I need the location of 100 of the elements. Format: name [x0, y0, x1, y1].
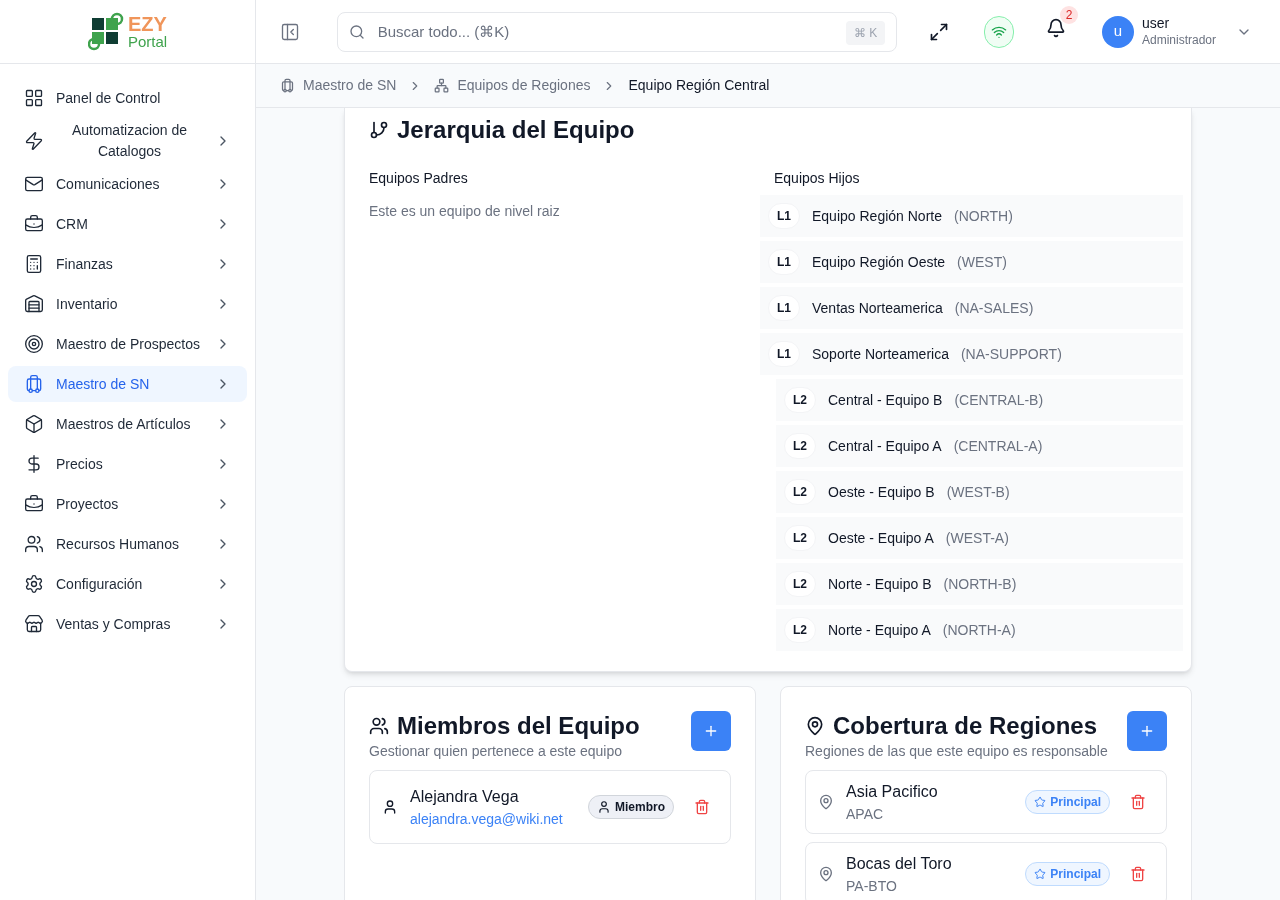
breadcrumb-link[interactable]: Maestro de SN: [303, 75, 397, 96]
add-button[interactable]: [691, 711, 731, 751]
team-code: (NORTH-A): [942, 620, 1016, 640]
team-name: Norte - Equipo B: [828, 574, 932, 594]
connection-status-button[interactable]: [983, 15, 1014, 48]
card-title: Cobertura de Regiones: [833, 711, 1098, 741]
region-code: APAC: [846, 804, 885, 824]
team-name: Equipo Región Norte: [812, 206, 942, 226]
sidebar-item[interactable]: Configuración: [8, 566, 247, 602]
luggage-icon: [280, 78, 295, 93]
network-icon: [434, 78, 450, 93]
child-team-row[interactable]: L2 Central - Equipo A (CENTRAL-A): [776, 425, 1183, 467]
primary-badge: Principal: [1025, 862, 1110, 886]
breadcrumb-current: Equipo Región Central: [628, 76, 770, 95]
role-badge: Miembro: [588, 795, 674, 819]
luggage-icon: [24, 374, 44, 394]
sidebar-item[interactable]: Maestros de Artículos: [8, 406, 247, 442]
section-heading: Equipos Padres: [369, 169, 469, 188]
card-title: Jerarquia del Equipo: [397, 115, 635, 145]
sidebar-item[interactable]: Finanzas: [8, 246, 247, 282]
sidebar-item[interactable]: Panel de Control: [8, 80, 247, 116]
logo-subtitle: Portal: [127, 34, 168, 49]
team-name: Oeste - Equipo B: [828, 482, 935, 502]
level-badge: L1: [768, 249, 800, 275]
sidebar-item[interactable]: Recursos Humanos: [8, 526, 247, 562]
level-badge: L1: [768, 295, 800, 321]
user-icon: [382, 799, 398, 815]
level-badge: L2: [784, 433, 816, 459]
sidebar-item[interactable]: CRM: [8, 206, 247, 242]
child-team-row[interactable]: L2 Norte - Equipo A (NORTH-A): [776, 609, 1183, 651]
child-team-row[interactable]: L2 Oeste - Equipo B (WEST-B): [776, 471, 1183, 513]
users-icon: [24, 534, 44, 554]
team-code: (NA-SUPPORT): [960, 344, 1062, 364]
sidebar-item[interactable]: Comunicaciones: [8, 166, 247, 202]
team-code: (CENTRAL-A): [953, 436, 1043, 456]
sidebar-item[interactable]: Maestro de SN: [8, 366, 247, 402]
mail-icon: [24, 174, 44, 194]
user-avatar: u: [1101, 15, 1134, 48]
briefcase-icon: [24, 494, 44, 514]
level-badge: L2: [784, 387, 816, 413]
sidebar-item[interactable]: Maestro de Prospectos: [8, 326, 247, 362]
primary-badge: Principal: [1025, 790, 1110, 814]
child-team-row[interactable]: L1 Equipo Región Oeste (WEST): [760, 241, 1183, 283]
users-icon: [369, 716, 389, 736]
team-name: Equipo Región Oeste: [812, 252, 946, 272]
child-team-row[interactable]: L1 Soporte Norteamerica (NA-SUPPORT): [760, 333, 1183, 375]
section-heading: Equipos Hijos: [774, 169, 861, 188]
map-pin-icon: [818, 866, 834, 882]
team-name: Oeste - Equipo A: [828, 528, 934, 548]
sidebar-item[interactable]: Proyectos: [8, 486, 247, 522]
trash-icon: [1130, 866, 1146, 882]
logo-icon: [87, 11, 124, 52]
region-code: PA-BTO: [846, 876, 898, 896]
plus-icon: [1139, 723, 1155, 739]
search-icon: [348, 23, 365, 40]
branch-icon: [369, 120, 389, 140]
calculator-icon: [24, 254, 44, 274]
child-team-row[interactable]: L1 Equipo Región Norte (NORTH): [760, 195, 1183, 237]
sidebar-item[interactable]: Ventas y Compras: [8, 606, 247, 642]
team-name: Norte - Equipo A: [828, 620, 931, 640]
trash-icon: [694, 799, 710, 815]
sidebar-item[interactable]: Precios: [8, 446, 247, 482]
expand-icon: [929, 21, 950, 42]
map-pin-icon: [805, 716, 825, 736]
target-icon: [24, 334, 44, 354]
briefcase-icon: [24, 214, 44, 234]
card-subtitle: Regiones de las que este equipo es responsable: [805, 742, 1108, 761]
child-team-row[interactable]: L2 Oeste - Equipo A (WEST-A): [776, 517, 1183, 559]
level-badge: L2: [784, 617, 816, 643]
notification-count: 2: [1059, 6, 1078, 24]
logo-title: EZY: [127, 14, 168, 34]
star-icon: [1034, 796, 1047, 808]
team-name: Ventas Norteamerica: [812, 298, 943, 318]
bell-icon: [1045, 18, 1066, 38]
member-email[interactable]: alejandra.vega@wiki.net: [410, 808, 576, 830]
team-name: Soporte Norteamerica: [812, 344, 949, 364]
box-icon: [24, 414, 44, 434]
child-team-row[interactable]: L2 Central - Equipo B (CENTRAL-B): [776, 379, 1183, 421]
trash-icon: [1130, 794, 1146, 810]
shortcut-hint: ⌘ K: [845, 20, 886, 45]
team-code: (CENTRAL-B): [954, 390, 1044, 410]
child-team-row[interactable]: L1 Ventas Norteamerica (NA-SALES): [760, 287, 1183, 329]
plus-icon: [703, 723, 719, 739]
region-name: Asia Pacifico: [846, 781, 939, 802]
add-button[interactable]: [1127, 711, 1167, 751]
sidebar-item[interactable]: Inventario: [8, 286, 247, 322]
warehouse-icon: [24, 294, 44, 314]
user-menu[interactable]: u user Administrador: [1101, 15, 1252, 48]
team-code: (WEST-A): [945, 528, 1009, 548]
child-team-row[interactable]: L2 Norte - Equipo B (NORTH-B): [776, 563, 1183, 605]
team-code: (NA-SALES): [954, 298, 1034, 318]
card-title: Miembros del Equipo: [397, 711, 640, 741]
level-badge: L2: [784, 525, 816, 551]
sidebar-item[interactable]: Automatizacion de Catalogos: [8, 120, 247, 162]
team-code: (NORTH): [954, 206, 1013, 226]
star-icon: [1034, 868, 1047, 880]
level-badge: L2: [784, 479, 816, 505]
card-subtitle: Gestionar quien pertenece a este equipo: [369, 742, 623, 761]
breadcrumb-link[interactable]: Equipos de Regiones: [457, 75, 591, 96]
store-icon: [24, 614, 44, 634]
